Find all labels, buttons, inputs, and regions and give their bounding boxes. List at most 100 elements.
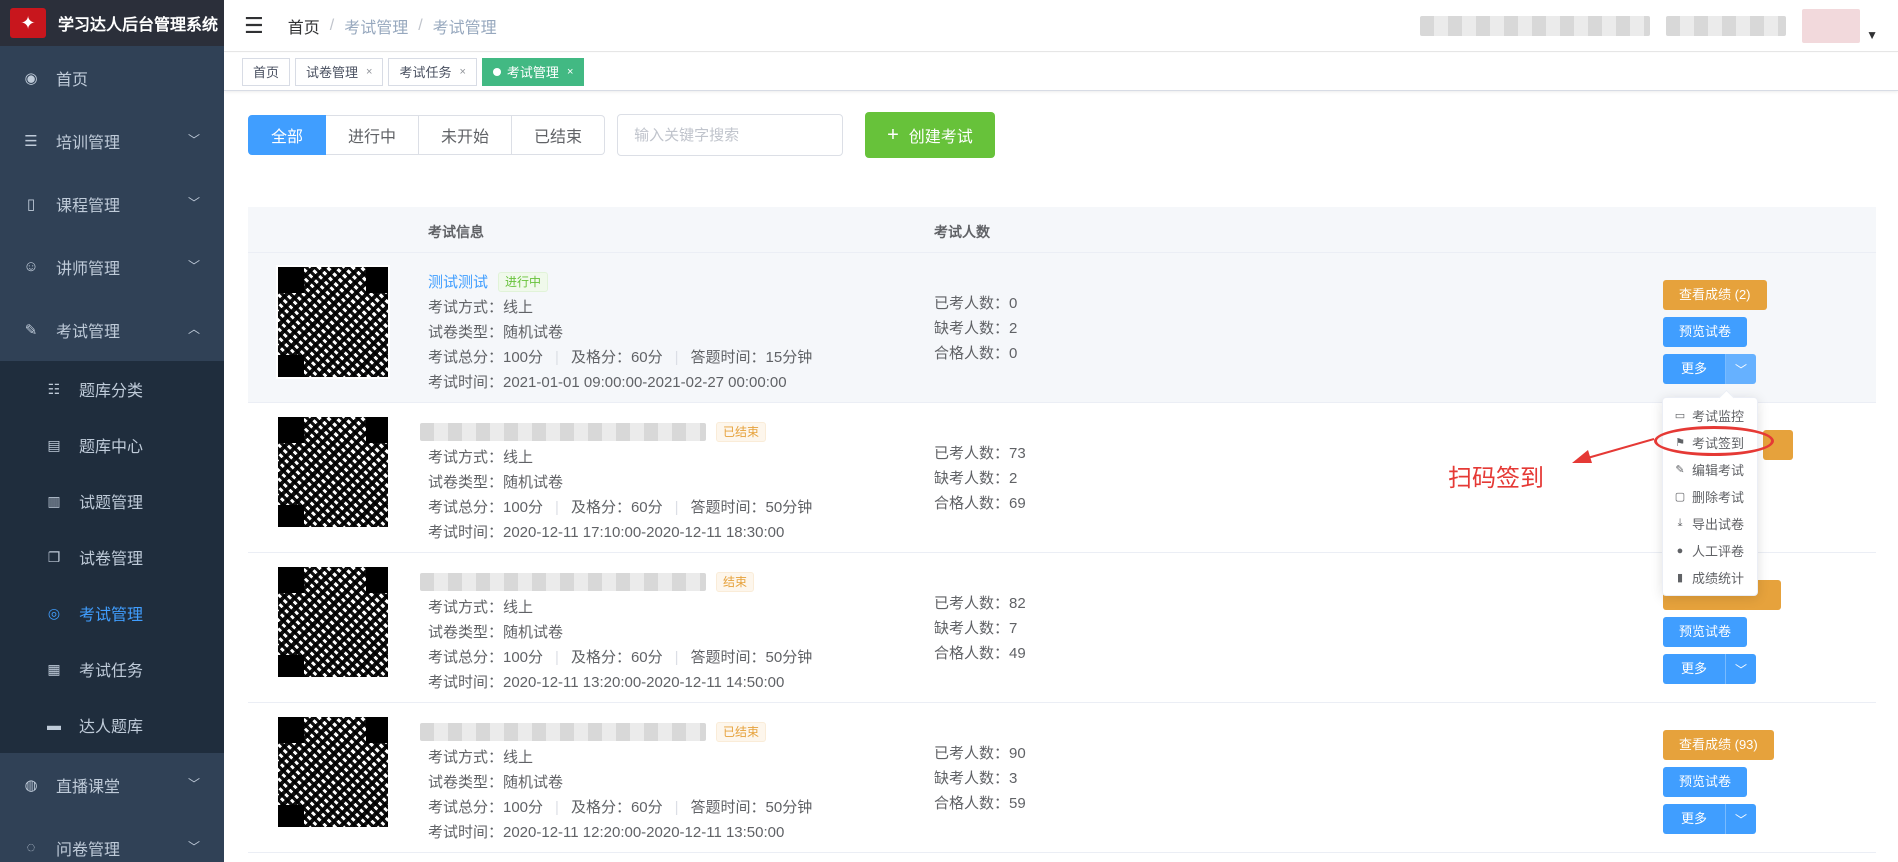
avatar[interactable] xyxy=(1802,9,1861,43)
exam-method: 考试方式：线上 xyxy=(428,749,534,766)
sidebar-item-exam[interactable]: ✎ 考试管理 ︿ xyxy=(0,298,224,361)
chevron-down-icon: ﹀ xyxy=(187,777,200,791)
navbar: ☰ 首页 / 考试管理 / 考试管理 ▼ xyxy=(224,0,1898,52)
user-area[interactable]: ▼ xyxy=(1420,0,1878,52)
chevron-down-icon[interactable]: ﹀ xyxy=(1726,654,1757,684)
sidebar-sub-item-exam-manage[interactable]: ◎ 考试管理 xyxy=(0,585,224,641)
sidebar-item-home[interactable]: ◉ 首页 xyxy=(0,46,224,109)
eye-icon: ◍ xyxy=(24,776,38,794)
caret-down-icon[interactable]: ▼ xyxy=(1866,28,1878,42)
menu-item-export-paper[interactable]: ⤓ 导出试卷 xyxy=(1663,510,1757,537)
more-split-button: 更多 ﹀ xyxy=(1663,354,1767,384)
total-score: 考试总分：100分 xyxy=(428,349,544,366)
create-exam-button[interactable]: + 创建考试 xyxy=(865,112,995,158)
answer-time: 答题时间：50分钟 xyxy=(690,649,813,666)
sidebar-sub-item-exam-task[interactable]: ▦ 考试任务 xyxy=(0,641,224,697)
blurred-exam-title xyxy=(420,423,706,441)
menu-item-delete-exam[interactable]: ▢ 删除考试 xyxy=(1663,483,1757,510)
trash-icon: ▢ xyxy=(1674,491,1686,503)
book-open-icon: ▥ xyxy=(47,492,61,509)
sidebar-sub-item-question-center[interactable]: ▤ 题库中心 xyxy=(0,417,224,473)
taken-count: 已考人数：82 xyxy=(934,595,1026,612)
preview-paper-button[interactable]: 预览试卷 xyxy=(1663,317,1748,347)
sidebar-item-teacher[interactable]: ☺ 讲师管理 ﹀ xyxy=(0,235,224,298)
list-icon: ☷ xyxy=(47,380,61,397)
preview-paper-button[interactable]: 预览试卷 xyxy=(1663,767,1748,797)
tag-exam-manage[interactable]: 考试管理 × xyxy=(481,57,585,86)
breadcrumb-item-current: 考试管理 xyxy=(432,19,497,37)
annotation-label: 扫码签到 xyxy=(1448,465,1544,492)
status-filter-group: 全部 进行中 未开始 已结束 xyxy=(248,115,606,155)
sidebar-sub-item-paper-manage[interactable]: ❐ 试卷管理 xyxy=(0,529,224,585)
taken-count: 已考人数：0 xyxy=(934,295,1018,312)
more-split-button: 更多 ﹀ xyxy=(1663,654,1757,684)
sidebar-sub-item-question-manage[interactable]: ▥ 试题管理 xyxy=(0,473,224,529)
menu-item-edit-exam[interactable]: ✎ 编辑考试 xyxy=(1663,456,1757,483)
pass-score: 及格分：60分 xyxy=(570,349,663,366)
tags-view: 首页 试卷管理 × 考试任务 × 考试管理 × xyxy=(224,53,1898,91)
close-icon[interactable]: × xyxy=(567,66,573,78)
table-icon: ▦ xyxy=(47,660,61,677)
paper-type: 试卷类型：随机试卷 xyxy=(428,774,564,791)
edit-icon: ✎ xyxy=(24,321,38,339)
blurred-exam-title xyxy=(420,573,706,591)
breadcrumb-item-exam: 考试管理 xyxy=(344,19,409,37)
document-icon: ▤ xyxy=(47,436,61,453)
close-icon[interactable]: × xyxy=(366,66,372,78)
tag-paper-manage[interactable]: 试卷管理 × xyxy=(295,57,384,86)
exam-title[interactable]: 测试测试 xyxy=(428,270,488,295)
more-split-button: 更多 ﹀ xyxy=(1663,804,1774,834)
passed-count: 合格人数：49 xyxy=(934,645,1026,662)
taken-count: 已考人数：90 xyxy=(934,745,1026,762)
sidebar-sub-item-expert-bank[interactable]: ▬ 达人题库 xyxy=(0,697,224,753)
tag-home[interactable]: 首页 xyxy=(242,57,291,86)
view-scores-button[interactable]: 查看成绩 (2) xyxy=(1663,280,1767,310)
exam-method: 考试方式：线上 xyxy=(428,599,534,616)
annotation-highlight-ellipse xyxy=(1654,426,1774,456)
more-button[interactable]: 更多 xyxy=(1663,354,1727,384)
filter-in-progress[interactable]: 进行中 xyxy=(326,115,420,155)
filter-ended[interactable]: 已结束 xyxy=(512,115,606,155)
sidebar-sub-item-question-category[interactable]: ☷ 题库分类 xyxy=(0,361,224,417)
more-button[interactable]: 更多 xyxy=(1663,654,1727,684)
close-icon[interactable]: × xyxy=(459,66,465,78)
more-button[interactable]: 更多 xyxy=(1663,804,1727,834)
pass-score: 及格分：60分 xyxy=(570,499,663,516)
filter-all[interactable]: 全部 xyxy=(248,115,327,155)
menu-item-score-stats[interactable]: ▮ 成绩统计 xyxy=(1663,564,1757,591)
sidebar: ✦ 学习达人后台管理系统 ◉ 首页 ☰ 培训管理 ﹀ ▯ 课程管理 ﹀ ☺ 讲师… xyxy=(0,0,224,862)
filter-bar: 全部 进行中 未开始 已结束 + 创建考试 xyxy=(248,112,995,158)
exam-time: 考试时间：2020-12-11 12:20:00-2020-12-11 13:5… xyxy=(428,824,785,841)
passed-count: 合格人数：59 xyxy=(934,795,1026,812)
chevron-down-icon[interactable]: ﹀ xyxy=(1726,354,1757,384)
column-header-count: 考试人数 xyxy=(934,224,990,240)
menu-item-manual-grading[interactable]: ● 人工评卷 xyxy=(1663,537,1757,564)
taken-count: 已考人数：73 xyxy=(934,445,1026,462)
exam-time: 考试时间：2020-12-11 13:20:00-2020-12-11 14:5… xyxy=(428,674,785,691)
sidebar-item-training[interactable]: ☰ 培训管理 ﹀ xyxy=(0,109,224,172)
search-input[interactable] xyxy=(617,114,844,156)
breadcrumb-item-home[interactable]: 首页 xyxy=(288,14,320,38)
download-icon: ⤓ xyxy=(1677,517,1683,529)
breadcrumb: 首页 / 考试管理 / 考试管理 xyxy=(288,14,497,38)
filter-not-started[interactable]: 未开始 xyxy=(419,115,513,155)
chevron-down-icon[interactable]: ﹀ xyxy=(1726,804,1757,834)
hamburger-icon[interactable]: ☰ xyxy=(244,13,264,39)
sidebar-item-survey[interactable]: ◌ 问卷管理 ﹀ xyxy=(0,816,224,862)
teacher-icon: ☺ xyxy=(23,258,39,275)
logo-icon: ✦ xyxy=(10,8,46,38)
tag-exam-task[interactable]: 考试任务 × xyxy=(388,57,477,86)
view-scores-button[interactable]: 查看成绩 (93) xyxy=(1663,730,1774,760)
sidebar-item-course[interactable]: ▯ 课程管理 ﹀ xyxy=(0,172,224,235)
menu-item-exam-monitor[interactable]: ▭ 考试监控 xyxy=(1663,402,1757,429)
exam-time: 考试时间：2021-01-01 09:00:00-2021-02-27 00:0… xyxy=(428,374,787,391)
exam-counts: 已考人数：82 缺考人数：7 合格人数：49 xyxy=(934,591,1026,666)
chevron-down-icon: ﹀ xyxy=(187,840,200,854)
paper-type: 试卷类型：随机试卷 xyxy=(428,474,564,491)
pencil-icon: ✎ xyxy=(1675,464,1685,476)
absent-count: 缺考人数：3 xyxy=(934,770,1018,787)
chevron-down-icon: ﹀ xyxy=(187,259,200,273)
dashboard-icon: ◉ xyxy=(24,69,38,87)
sidebar-item-live[interactable]: ◍ 直播课堂 ﹀ xyxy=(0,753,224,816)
preview-paper-button[interactable]: 预览试卷 xyxy=(1663,617,1748,647)
